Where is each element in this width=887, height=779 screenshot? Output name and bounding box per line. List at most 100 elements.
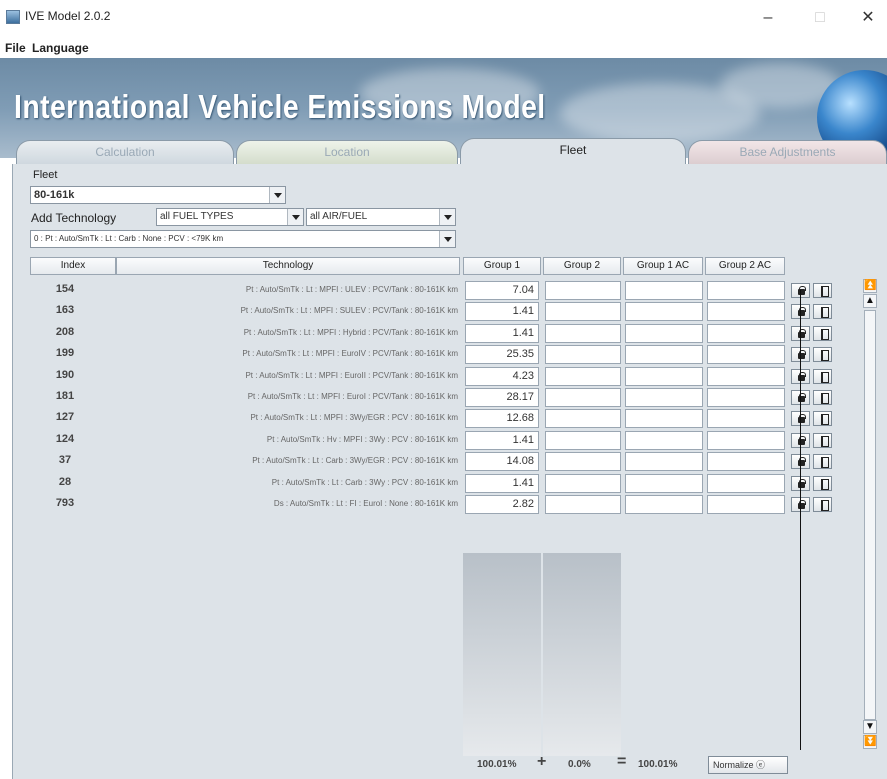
group2-cell[interactable] xyxy=(545,281,621,300)
scroll-top-button[interactable]: ⏫ xyxy=(863,279,877,293)
tab-bar: Calculation Location Fleet Base Adjustme… xyxy=(0,138,887,164)
tab-calculation[interactable]: Calculation xyxy=(16,140,234,164)
menu-language[interactable]: Language xyxy=(32,41,89,55)
technology-select[interactable]: 0 : Pt : Auto/SmTk : Lt : Carb : None : … xyxy=(30,230,456,248)
fleet-label: Fleet xyxy=(33,169,58,181)
tab-location[interactable]: Location xyxy=(236,140,458,164)
group1-ac-cell[interactable] xyxy=(625,452,703,471)
group2-cell[interactable] xyxy=(545,388,621,407)
normalize-button[interactable]: Normalize ⓔ xyxy=(708,756,788,774)
delete-icon[interactable] xyxy=(813,390,832,405)
group2-cell[interactable] xyxy=(545,474,621,493)
chevron-down-icon xyxy=(439,209,455,225)
group1-cell[interactable]: 12.68 xyxy=(465,409,539,428)
group1-cell[interactable]: 4.23 xyxy=(465,367,539,386)
group2-column-fill xyxy=(543,553,621,756)
group2-ac-cell[interactable] xyxy=(707,281,785,300)
group1-ac-cell[interactable] xyxy=(625,345,703,364)
group1-ac-cell[interactable] xyxy=(625,367,703,386)
row-index: 154 xyxy=(55,283,75,295)
fleet-select[interactable]: 80-161k xyxy=(30,186,286,204)
row-index: 124 xyxy=(55,433,75,445)
group2-cell[interactable] xyxy=(545,367,621,386)
group2-cell[interactable] xyxy=(545,324,621,343)
delete-icon[interactable] xyxy=(813,454,832,469)
group1-ac-cell[interactable] xyxy=(625,474,703,493)
delete-icon[interactable] xyxy=(813,369,832,384)
group1-ac-cell[interactable] xyxy=(625,281,703,300)
group2-ac-cell[interactable] xyxy=(707,431,785,450)
delete-icon[interactable] xyxy=(813,326,832,341)
chevron-down-icon xyxy=(269,187,285,203)
row-index: 199 xyxy=(55,347,75,359)
delete-icon[interactable] xyxy=(813,411,832,426)
group2-ac-cell[interactable] xyxy=(707,495,785,514)
delete-icon[interactable] xyxy=(813,347,832,362)
header-group1: Group 1 xyxy=(463,257,541,275)
group1-ac-cell[interactable] xyxy=(625,431,703,450)
header-index: Index xyxy=(30,257,116,275)
row-index: 793 xyxy=(55,497,75,509)
group2-ac-cell[interactable] xyxy=(707,452,785,471)
group1-cell[interactable]: 25.35 xyxy=(465,345,539,364)
window-title: IVE Model 2.0.2 xyxy=(25,9,111,23)
header-group1-ac: Group 1 AC xyxy=(623,257,703,275)
group1-cell[interactable]: 28.17 xyxy=(465,388,539,407)
group1-column-fill xyxy=(463,553,541,756)
group2-ac-cell[interactable] xyxy=(707,324,785,343)
minimize-button[interactable]: – xyxy=(748,4,788,32)
row-index: 37 xyxy=(58,454,72,466)
group2-ac-cell[interactable] xyxy=(707,474,785,493)
menu-file[interactable]: File xyxy=(5,41,26,55)
row-technology: Pt : Auto/SmTk : Lt : MPFI : SULEV : PCV… xyxy=(240,306,458,315)
scroll-up-button[interactable]: ▲ xyxy=(863,294,877,308)
fuel-type-filter[interactable]: all FUEL TYPES xyxy=(156,208,304,226)
group2-cell[interactable] xyxy=(545,345,621,364)
group1-cell[interactable]: 1.41 xyxy=(465,302,539,321)
app-icon xyxy=(6,10,20,24)
group2-cell[interactable] xyxy=(545,495,621,514)
tab-fleet[interactable]: Fleet xyxy=(460,138,686,164)
group2-cell[interactable] xyxy=(545,452,621,471)
group1-ac-cell[interactable] xyxy=(625,495,703,514)
row-index: 163 xyxy=(55,304,75,316)
chevron-down-icon xyxy=(287,209,303,225)
window-titlebar: IVE Model 2.0.2 – □ ✕ xyxy=(0,0,887,38)
group2-ac-cell[interactable] xyxy=(707,409,785,428)
row-technology: Pt : Auto/SmTk : Hv : MPFI : 3Wy : PCV :… xyxy=(266,435,458,444)
delete-icon[interactable] xyxy=(813,433,832,448)
group2-cell[interactable] xyxy=(545,302,621,321)
group1-ac-cell[interactable] xyxy=(625,302,703,321)
group1-ac-cell[interactable] xyxy=(625,324,703,343)
airfuel-filter[interactable]: all AIR/FUEL xyxy=(306,208,456,226)
group2-ac-cell[interactable] xyxy=(707,367,785,386)
tab-base-adjustments[interactable]: Base Adjustments xyxy=(688,140,887,164)
group1-ac-cell[interactable] xyxy=(625,409,703,428)
close-button[interactable]: ✕ xyxy=(848,4,887,32)
delete-icon[interactable] xyxy=(813,283,832,298)
group1-cell[interactable]: 14.08 xyxy=(465,452,539,471)
group1-ac-cell[interactable] xyxy=(625,388,703,407)
row-index: 190 xyxy=(55,369,75,381)
group2-cell[interactable] xyxy=(545,409,621,428)
scroll-down-button[interactable]: ▼ xyxy=(863,720,877,734)
group1-cell[interactable]: 1.41 xyxy=(465,474,539,493)
delete-icon[interactable] xyxy=(813,304,832,319)
maximize-button[interactable]: □ xyxy=(800,4,840,32)
row-technology: Ds : Auto/SmTk : Lt : FI : EuroI : None … xyxy=(273,499,458,508)
group1-cell[interactable]: 2.82 xyxy=(465,495,539,514)
group2-cell[interactable] xyxy=(545,431,621,450)
group2-ac-cell[interactable] xyxy=(707,345,785,364)
group1-cell[interactable]: 1.41 xyxy=(465,431,539,450)
group1-cell[interactable]: 7.04 xyxy=(465,281,539,300)
scrollbar-track[interactable] xyxy=(864,310,876,720)
group1-cell[interactable]: 1.41 xyxy=(465,324,539,343)
header-group2-ac: Group 2 AC xyxy=(705,257,785,275)
banner-title: International Vehicle Emissions Model xyxy=(14,88,546,125)
delete-icon[interactable] xyxy=(813,497,832,512)
delete-icon[interactable] xyxy=(813,476,832,491)
group2-ac-cell[interactable] xyxy=(707,302,785,321)
row-technology: Pt : Auto/SmTk : Lt : MPFI : ULEV : PCV/… xyxy=(245,285,458,294)
scroll-bottom-button[interactable]: ⏬ xyxy=(863,735,877,749)
group2-ac-cell[interactable] xyxy=(707,388,785,407)
